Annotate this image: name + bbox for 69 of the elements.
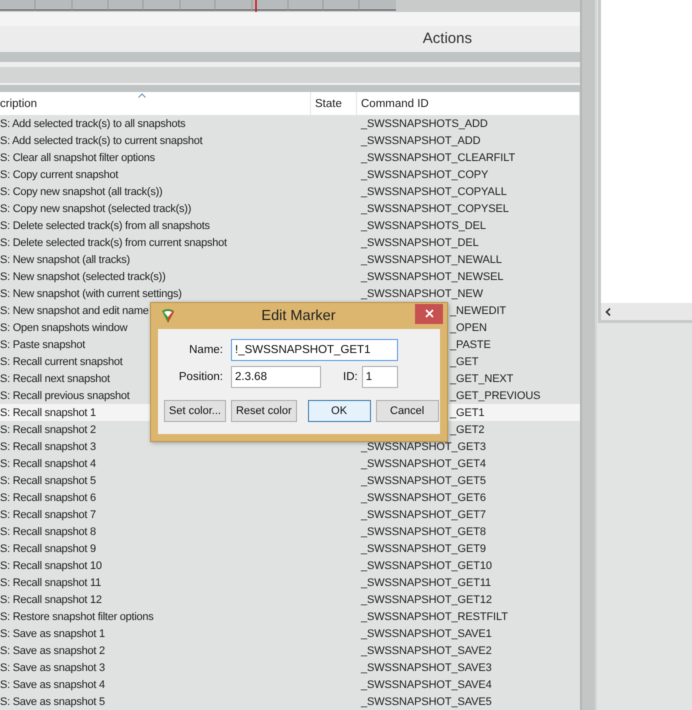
command-id-cell-text: _SWSSNAPSHOT_SAVE4 [360,678,492,691]
id-label: ID: [343,371,358,383]
description-cell: S: Save as snapshot 3 [0,662,105,674]
command-id-cell-text: _SWSSNAPSHOT_GET7 [360,508,486,521]
command-id-cell-text: _SWSSNAPSHOT_NEWSEL [360,270,504,283]
description-cell: S: Delete selected track(s) from current snapshot [0,236,227,249]
command-id-cell-text: _SWSSNAPSHOT_GET4 [360,458,486,470]
description-cell: S: Recall snapshot 6 [0,492,96,504]
command-id-cell-text: _SWSSNAPSHOT_COPY [360,168,488,181]
command-id-cell-text: _SWSSNAPSHOT_ADD [360,134,480,147]
command-id-cell-text: _SWSSNAPSHOT_NEWALL [360,254,502,266]
command-id-cell: _GET1 [450,406,484,419]
description-cell: S: Recall snapshot 11 [0,576,101,589]
command-id-cell-text: _SWSSNAPSHOT_DEL [360,236,479,249]
name-label: Name: [188,344,224,356]
description-cell: S: Add selected track(s) to current snapshot [0,134,202,147]
command-id-cell-text: _SWSSNAPSHOTS_DEL [360,220,486,232]
command-id-cell-text: _SWSSNAPSHOT_SAVE5 [360,696,492,708]
command-id-cell-text: _SWSSNAPSHOT_COPYSEL [360,202,509,215]
position-label: Position: [178,371,224,383]
description-cell: S: Add selected track(s) to all snapshots [0,118,186,130]
command-id-cell-text: _SWSSNAPSHOT_NEW [360,288,483,300]
description-cell: S: New snapshot (with current settings) [0,288,182,300]
description-cell: S: Recall snapshot 10 [0,560,102,572]
description-cell: S: Save as snapshot 2 [0,644,105,657]
description-cell: S: New snapshot (selected track(s)) [0,270,166,283]
command-id-cell-text: _SWSSNAPSHOT_CLEARFILT [360,152,516,164]
description-cell: S: Recall snapshot 3 [0,440,96,453]
command-id-cell-text: _SWSSNAPSHOT_GET5 [360,474,486,487]
command-id-cell-text: _SWSSNAPSHOTS_ADD [360,118,488,130]
command-id-cell-text: _SWSSNAPSHOT_GET8 [360,526,486,538]
command-id-cell-text: _SWSSNAPSHOT_GET9 [360,542,486,555]
description-cell: S: Save as snapshot 5 [0,696,105,708]
description-cell: S: Recall snapshot 12 [0,594,102,606]
dialog-title: Edit Marker [260,308,337,324]
description-cell: S: Restore snapshot filter options [0,610,154,623]
command-id-cell: _GET [450,356,478,368]
description-cell: S: Copy new snapshot (selected track(s)) [0,202,192,215]
description-cell: S: New snapshot (all tracks) [0,254,130,266]
command-id-cell-text: _SWSSNAPSHOT_GET12 [360,594,492,606]
command-id-cell-text: _SWSSNAPSHOT_GET3 [360,440,486,453]
description-cell: S: Recall snapshot 7 [0,508,96,521]
description-cell: S: Clear all snapshot filter options [0,152,155,164]
description-cell: S: Recall snapshot 2 [0,424,96,436]
description-cell: S: Save as snapshot 4 [0,678,105,691]
description-cell: S: Recall previous snapshot [0,390,130,402]
description-cell: S: Recall snapshot 1 [0,406,96,419]
command-id-cell-text: _SWSSNAPSHOT_GET10 [360,560,492,572]
command-id-cell-text: _SWSSNAPSHOT_SAVE2 [360,644,492,657]
description-cell: S: Recall snapshot 9 [0,542,96,555]
description-cell: S: Copy current snapshot [0,168,118,181]
command-id-cell-text: _SWSSNAPSHOT_GET6 [360,492,486,504]
description-cell: S: Recall snapshot 8 [0,526,96,538]
command-id-cell: _OPEN [450,322,487,334]
command-id-cell-text: _SWSSNAPSHOT_GET11 [360,576,492,589]
command-id-cell: _GET2 [450,424,484,436]
window-title: Actions [422,30,472,48]
description-cell: S: Save as snapshot 1 [0,628,105,640]
command-id-cell-text: _SWSSNAPSHOT_SAVE3 [360,662,492,674]
command-id-cell-text: _SWSSNAPSHOT_SAVE1 [360,628,492,640]
command-id-cell: _GET_PREVIOUS [450,390,540,402]
description-cell: S: Copy new snapshot (all track(s)) [0,186,162,198]
command-id-cell-text: _SWSSNAPSHOT_COPYALL [360,186,507,198]
description-cell: S: Recall snapshot 5 [0,474,96,487]
command-id-cell-text: _SWSSNAPSHOT_RESTFILT [360,610,508,623]
description-cell: S: Open snapshots window [0,322,128,334]
description-cell: S: Delete selected track(s) from all snapshots [0,220,210,232]
description-cell: S: Recall snapshot 4 [0,458,96,470]
description-cell: S: Recall current snapshot [0,356,123,368]
